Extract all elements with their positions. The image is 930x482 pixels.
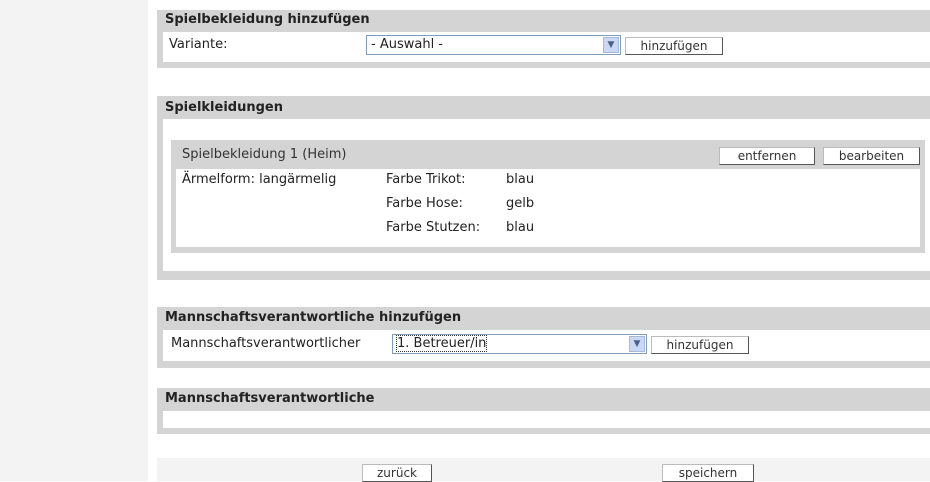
variant-label: Variante:	[169, 37, 228, 52]
pants-color-label: Farbe Hose:	[386, 196, 463, 211]
jersey-color-value: blau	[506, 172, 535, 187]
clothing-item-title: Spielbekleidung 1 (Heim)	[182, 147, 347, 162]
pants-color-value: gelb	[506, 196, 535, 211]
remove-button[interactable]: entfernen	[719, 147, 815, 165]
jersey-color-label: Farbe Trikot:	[386, 172, 466, 187]
add-manager-title: Mannschaftsverantwortliche hinzufügen	[165, 310, 462, 325]
save-button[interactable]: speichern	[662, 464, 754, 482]
managers-title: Mannschaftsverantwortliche	[165, 391, 375, 406]
footer-bar: zurück speichern	[157, 458, 930, 482]
add-manager-body: Mannschaftsverantwortlicher 1. Betreuer/…	[163, 330, 930, 361]
clothings-panel: Spielkleidungen Spielbekleidung 1 (Heim)…	[157, 96, 930, 280]
clothing-item-card: Spielbekleidung 1 (Heim) entfernen bearb…	[171, 140, 925, 253]
managers-body	[163, 411, 930, 428]
clothing-item-details: Ärmelform: langärmelig Farbe Trikot: bla…	[176, 169, 920, 247]
add-manager-button[interactable]: hinzufügen	[651, 336, 749, 354]
edit-button[interactable]: bearbeiten	[823, 147, 920, 165]
socks-color-label: Farbe Stutzen:	[386, 220, 481, 235]
variant-select[interactable]: - Auswahl - ▼	[366, 35, 621, 55]
add-clothing-body: Variante: - Auswahl - ▼ hinzufügen	[163, 32, 930, 62]
add-clothing-panel: Spielbekleidung hinzufügen Variante: - A…	[157, 10, 930, 68]
managers-panel: Mannschaftsverantwortliche	[157, 388, 930, 434]
chevron-down-icon[interactable]: ▼	[603, 37, 619, 53]
clothings-body: Spielbekleidung 1 (Heim) entfernen bearb…	[163, 119, 930, 271]
add-clothing-button[interactable]: hinzufügen	[625, 37, 723, 55]
manager-select-value: 1. Betreuer/in	[395, 335, 488, 352]
sleeve-text: Ärmelform: langärmelig	[182, 172, 337, 187]
manager-label: Mannschaftsverantwortlicher	[171, 336, 361, 351]
chevron-down-icon[interactable]: ▼	[629, 336, 645, 352]
back-button[interactable]: zurück	[362, 464, 432, 482]
socks-color-value: blau	[506, 220, 535, 235]
add-manager-panel: Mannschaftsverantwortliche hinzufügen Ma…	[157, 307, 930, 368]
add-clothing-title: Spielbekleidung hinzufügen	[165, 12, 370, 27]
left-sidebar	[0, 0, 148, 481]
clothings-title: Spielkleidungen	[165, 100, 283, 115]
manager-select[interactable]: 1. Betreuer/in ▼	[392, 334, 647, 354]
variant-select-value: - Auswahl -	[371, 37, 444, 52]
